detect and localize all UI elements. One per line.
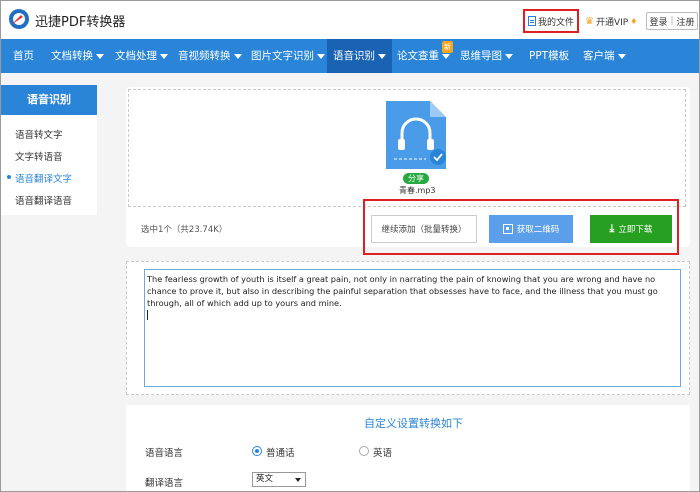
sidebar-item-speech-translate-speech[interactable]: 语音翻译语音 bbox=[15, 193, 72, 207]
crown-icon: ♛ bbox=[585, 16, 594, 27]
nav-item-speech-recognition[interactable]: 语音识别 bbox=[327, 39, 392, 73]
translate-language-label: 翻译语言 bbox=[145, 478, 184, 489]
top-header: 迅捷PDF转换器 我的文件 ♛ 开通VIP ♦ 登录 | 注册 bbox=[1, 1, 699, 39]
vip-link[interactable]: ♛ 开通VIP ♦ bbox=[585, 15, 637, 28]
nav-label: 音视频转换 bbox=[178, 50, 231, 62]
nav-item-mindmap[interactable]: 思维导图 bbox=[460, 39, 513, 73]
my-files-label: 我的文件 bbox=[537, 17, 574, 28]
chevron-down-icon bbox=[442, 53, 450, 59]
radio-mandarin[interactable] bbox=[252, 446, 262, 456]
nav-item-ppt-template[interactable]: PPT模板 bbox=[529, 39, 569, 73]
download-label: 立即下载 bbox=[618, 225, 653, 235]
nav-item-home[interactable]: 首页 bbox=[13, 39, 34, 73]
radio-english[interactable] bbox=[359, 446, 369, 456]
chevron-down-icon bbox=[160, 53, 168, 59]
text-cursor bbox=[147, 310, 148, 320]
active-dot-icon bbox=[7, 175, 11, 179]
radio-english-label[interactable]: 英语 bbox=[373, 445, 392, 459]
app-logo-icon bbox=[9, 9, 29, 29]
main-nav: 首页 文档转换 文档处理 音视频转换 图片文字识别 语音识别 论文查重 思维导图… bbox=[1, 39, 699, 73]
get-qr-code-button[interactable]: 获取二维码 bbox=[489, 215, 573, 243]
auth-divider: | bbox=[670, 16, 674, 26]
translate-language-value: 英文 bbox=[256, 474, 274, 484]
chevron-down-icon bbox=[378, 53, 386, 59]
download-icon: ⤓ bbox=[609, 222, 615, 235]
new-badge: 新 bbox=[442, 41, 453, 53]
qr-code-icon bbox=[502, 224, 513, 234]
sidebar-item-speech-translate-text[interactable]: 语音翻译文字 bbox=[15, 171, 72, 185]
nav-label: PPT模板 bbox=[529, 50, 570, 62]
nav-item-image-ocr[interactable]: 图片文字识别 bbox=[251, 39, 325, 73]
app-title: 迅捷PDF转换器 bbox=[35, 15, 126, 30]
sidebar: 语音识别 语音转文字 文字转语音 语音翻译文字 语音翻译语音 bbox=[1, 85, 97, 215]
nav-item-client[interactable]: 客户端 bbox=[583, 39, 626, 73]
sidebar-item-speech-to-text[interactable]: 语音转文字 bbox=[15, 127, 63, 141]
vip-label: 开通VIP bbox=[595, 18, 629, 28]
document-icon bbox=[527, 16, 536, 26]
settings-title: 自定义设置转换如下 bbox=[364, 417, 463, 430]
continue-add-button[interactable]: 继续添加（批量转换） bbox=[371, 215, 477, 243]
audio-file-icon[interactable] bbox=[386, 101, 446, 169]
chevron-down-icon bbox=[96, 53, 104, 59]
continue-add-label: 继续添加（批量转换） bbox=[381, 225, 467, 235]
speech-language-label: 语音语言 bbox=[145, 448, 184, 459]
my-files-button[interactable]: 我的文件 bbox=[523, 9, 579, 33]
nav-label: 文档处理 bbox=[115, 50, 157, 62]
sidebar-item-text-to-speech[interactable]: 文字转语音 bbox=[15, 149, 63, 163]
nav-label: 首页 bbox=[13, 50, 34, 62]
nav-label: 语音识别 bbox=[333, 50, 375, 62]
nav-item-doc-convert[interactable]: 文档转换 bbox=[51, 39, 104, 73]
nav-label: 客户端 bbox=[583, 50, 615, 62]
nav-label: 文档转换 bbox=[51, 50, 93, 62]
nav-item-av-convert[interactable]: 音视频转换 bbox=[178, 39, 242, 73]
nav-label: 图片文字识别 bbox=[251, 50, 314, 62]
download-button[interactable]: ⤓ 立即下载 bbox=[590, 215, 672, 243]
chevron-down-icon bbox=[505, 53, 513, 59]
chevron-down-icon bbox=[295, 478, 301, 482]
app-window: 迅捷PDF转换器 我的文件 ♛ 开通VIP ♦ 登录 | 注册 首页 文档转换 … bbox=[0, 0, 700, 492]
nav-item-doc-process[interactable]: 文档处理 bbox=[115, 39, 168, 73]
result-text: The fearless growth of youth is itself a… bbox=[147, 274, 658, 308]
nav-label: 论文查重 bbox=[397, 50, 439, 62]
login-link[interactable]: 登录 bbox=[649, 15, 667, 28]
share-badge[interactable]: 分享 bbox=[403, 173, 429, 184]
nav-label: 思维导图 bbox=[460, 50, 502, 62]
register-link[interactable]: 注册 bbox=[677, 15, 695, 28]
flame-icon: ♦ bbox=[630, 17, 638, 26]
sidebar-title: 语音识别 bbox=[1, 85, 97, 115]
chevron-down-icon bbox=[617, 53, 626, 59]
result-textarea[interactable]: The fearless growth of youth is itself a… bbox=[144, 269, 681, 387]
radio-mandarin-label[interactable]: 普通话 bbox=[266, 445, 295, 459]
chevron-down-icon bbox=[233, 53, 242, 59]
chevron-down-icon bbox=[317, 53, 325, 59]
translate-language-select[interactable]: 英文 bbox=[252, 472, 306, 487]
selected-count: 选中1个（共23.74K） bbox=[141, 225, 228, 235]
auth-box: 登录 | 注册 bbox=[646, 12, 698, 30]
qr-label: 获取二维码 bbox=[516, 225, 560, 235]
file-name: 青春.mp3 bbox=[399, 186, 436, 195]
